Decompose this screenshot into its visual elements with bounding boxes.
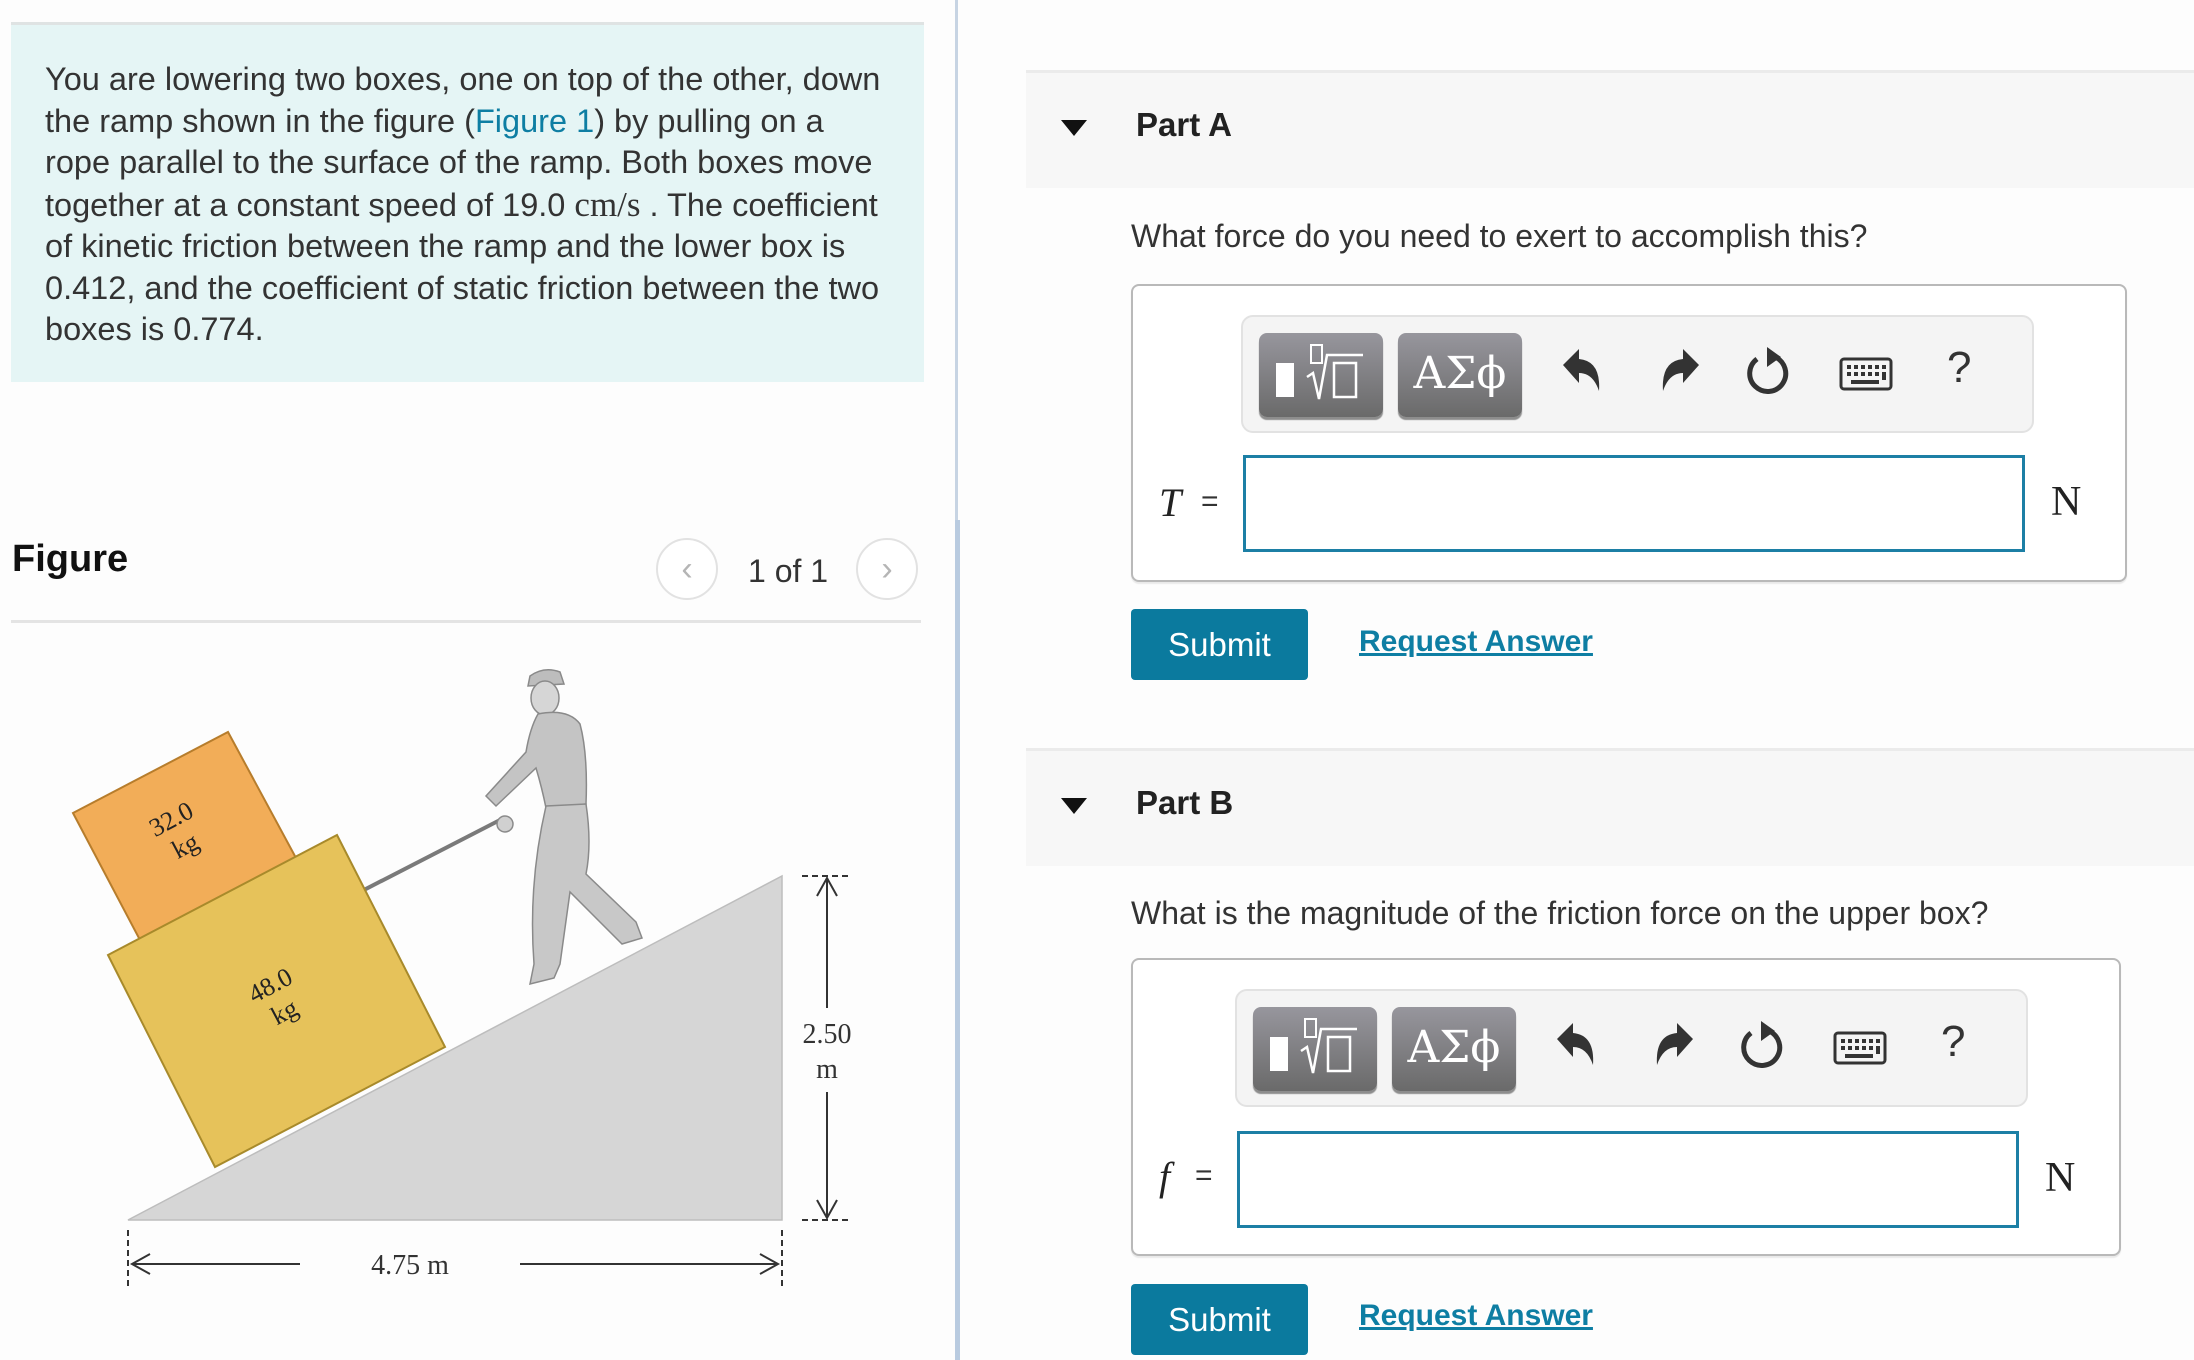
base-length-label: 4.75 m	[371, 1250, 449, 1281]
ramp-figure: 32.0 kg 48.0 kg 2.50 m 4.75 m	[71, 669, 852, 1288]
person-figure	[484, 669, 643, 986]
scrollbar-thumb[interactable]	[955, 520, 960, 1360]
fraction-root-template-icon	[1276, 344, 1363, 400]
reset-icon[interactable]	[1743, 347, 1793, 397]
equals-sign: =	[1195, 1159, 1213, 1192]
answer-input-f[interactable]	[1237, 1131, 2019, 1228]
part-a-header[interactable]: Part A	[1026, 70, 2194, 188]
person-head	[530, 680, 560, 716]
templates-button[interactable]	[1259, 333, 1383, 417]
variable-label: T	[1159, 480, 1182, 525]
previous-figure-button[interactable]: ‹	[656, 538, 718, 600]
base-dimension	[127, 1230, 783, 1288]
height-unit: m	[816, 1054, 838, 1085]
part-b-answer-box: ΑΣϕ ? f = N	[1131, 958, 2121, 1256]
part-b-question: What is the magnitude of the friction fo…	[1131, 895, 1989, 931]
keyboard-icon[interactable]	[1839, 347, 1893, 397]
help-button[interactable]: ?	[1947, 343, 1971, 393]
submit-button-part-b[interactable]: Submit	[1131, 1284, 1308, 1355]
variable-label: f	[1159, 1154, 1171, 1199]
part-a-question: What force do you need to exert to accom…	[1131, 218, 1868, 254]
figure-pager-count: 1 of 1	[748, 553, 829, 589]
next-figure-button[interactable]: ›	[856, 538, 918, 600]
chevron-right-icon: ›	[881, 549, 893, 588]
answer-input-t[interactable]	[1243, 455, 2025, 552]
figure-divider	[11, 620, 921, 623]
redo-icon[interactable]	[1647, 1021, 1697, 1071]
redo-icon[interactable]	[1653, 347, 1703, 397]
height-value: 2.50	[803, 1019, 852, 1050]
rope	[359, 818, 501, 894]
greek-symbols-button[interactable]: ΑΣϕ	[1392, 1007, 1516, 1091]
part-a-title: Part A	[1136, 106, 1232, 143]
unit-label: N	[2051, 479, 2082, 525]
problem-statement: You are lowering two boxes, one on top o…	[11, 22, 924, 382]
equals-sign: =	[1201, 485, 1219, 518]
request-answer-link-part-a[interactable]: Request Answer	[1359, 625, 1593, 659]
collapse-caret-icon[interactable]	[1061, 120, 1087, 136]
math-toolbar: ΑΣϕ ?	[1235, 989, 2028, 1107]
person-hand	[496, 815, 514, 833]
reset-icon[interactable]	[1737, 1021, 1787, 1071]
keyboard-icon[interactable]	[1833, 1021, 1887, 1071]
person-legs	[529, 803, 643, 986]
greek-symbols-button[interactable]: ΑΣϕ	[1398, 333, 1522, 417]
help-button[interactable]: ?	[1941, 1017, 1965, 1067]
part-a-answer-box: ΑΣϕ ? T = N	[1131, 284, 2127, 582]
collapse-caret-icon[interactable]	[1061, 798, 1087, 814]
submit-button-part-a[interactable]: Submit	[1131, 609, 1308, 680]
undo-icon[interactable]	[1559, 347, 1609, 397]
fraction-root-template-icon	[1270, 1018, 1357, 1074]
unit-label: N	[2045, 1155, 2076, 1201]
templates-button[interactable]	[1253, 1007, 1377, 1091]
figure-link[interactable]: Figure 1	[475, 103, 594, 139]
undo-icon[interactable]	[1553, 1021, 1603, 1071]
chevron-left-icon: ‹	[681, 549, 693, 588]
part-b-title: Part B	[1136, 784, 1234, 821]
math-toolbar: ΑΣϕ ?	[1241, 315, 2034, 433]
speed-unit: cm/s	[574, 184, 641, 224]
part-b-header[interactable]: Part B	[1026, 748, 2194, 866]
request-answer-link-part-b[interactable]: Request Answer	[1359, 1299, 1593, 1333]
person-torso	[484, 711, 588, 809]
figure-title: Figure	[12, 538, 129, 580]
problem-text: You are lowering two boxes, one on top o…	[45, 59, 895, 351]
